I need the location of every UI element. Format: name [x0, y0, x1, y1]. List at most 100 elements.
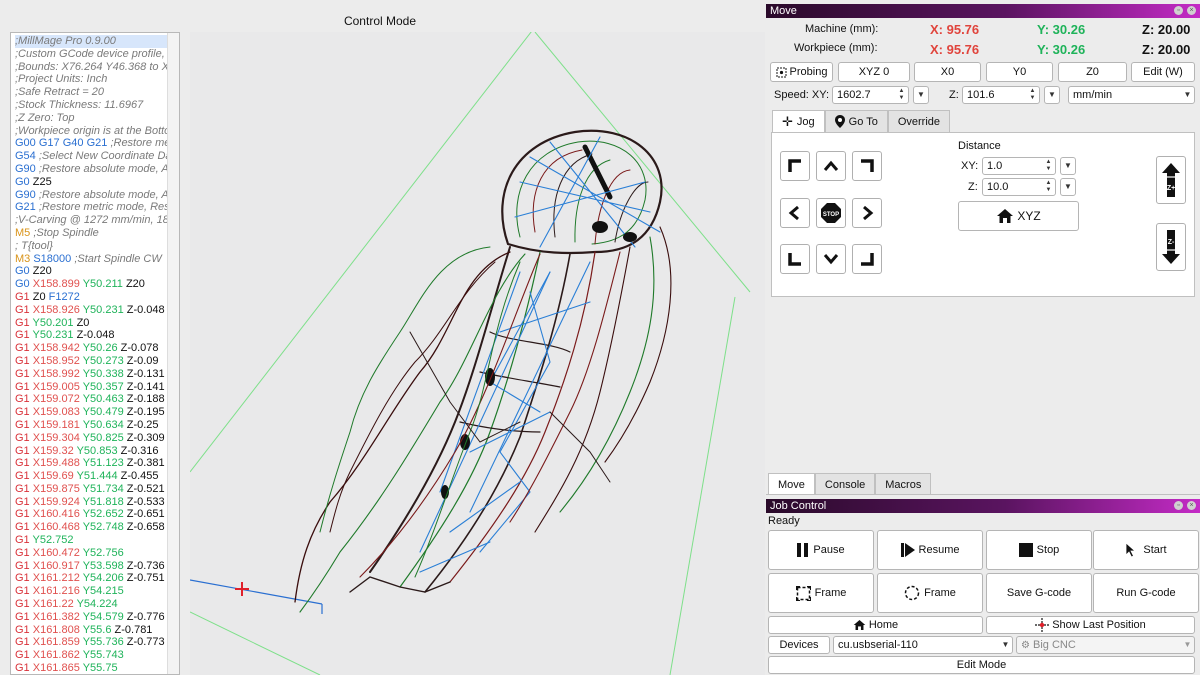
home-xyz-button[interactable]: XYZ [958, 201, 1079, 231]
gcode-scrollbar[interactable] [167, 33, 179, 674]
speed-xy-input[interactable]: 1602.7 ▲ ▼ [832, 86, 909, 104]
tab-goto[interactable]: Go To [824, 110, 888, 132]
gcode-line[interactable]: ;Project Units: Inch [15, 73, 179, 86]
units-select[interactable]: mm/min ▼ [1068, 86, 1195, 104]
toolpath-canvas[interactable] [190, 32, 765, 675]
gcode-line[interactable]: G90 ;Restore absolute mode, Abso [15, 163, 179, 176]
gcode-line[interactable]: G0 X158.899 Y50.211 Z20 [15, 278, 179, 291]
spinner-arrows-icon[interactable]: ▲ ▼ [1028, 88, 1037, 102]
gcode-line[interactable]: G1 X159.32 Y50.853 Z-0.316 [15, 445, 179, 458]
gcode-line[interactable]: ;Z Zero: Top [15, 112, 179, 125]
spinner-arrows-icon[interactable]: ▲ ▼ [1044, 159, 1053, 173]
tab-override[interactable]: Override [887, 110, 950, 132]
gcode-line[interactable]: G1 Y52.752 [15, 534, 179, 547]
run-gcode-button[interactable]: Run G-code [1093, 573, 1199, 613]
close-icon[interactable]: × [1187, 501, 1196, 510]
gcode-line[interactable]: G1 X159.924 Y51.818 Z-0.533 [15, 496, 179, 509]
gcode-line[interactable]: G1 X159.181 Y50.634 Z-0.25 [15, 419, 179, 432]
tab-move[interactable]: Move [768, 473, 815, 495]
pause-button[interactable]: Pause [768, 530, 874, 570]
jog-down-right-button[interactable] [852, 244, 882, 274]
gcode-line[interactable]: G1 X161.808 Y55.6 Z-0.781 [15, 624, 179, 637]
gcode-line[interactable]: G1 X161.859 Y55.736 Z-0.773 [15, 636, 179, 649]
gcode-line[interactable]: G1 Z0 F1272 [15, 291, 179, 304]
jog-right-button[interactable] [852, 198, 882, 228]
distance-z-input[interactable]: 10.0 ▲ ▼ [982, 178, 1056, 196]
home-button[interactable]: Home [768, 616, 983, 634]
spinner-arrows-icon[interactable]: ▲ ▼ [897, 88, 906, 102]
gcode-line[interactable]: G90 ;Restore absolute mode, Abso [15, 189, 179, 202]
y0-button[interactable]: Y0 [986, 62, 1053, 82]
gcode-line[interactable]: G1 X161.22 Y54.224 [15, 598, 179, 611]
gcode-line[interactable]: G1 X159.69 Y51.444 Z-0.455 [15, 470, 179, 483]
stop-button[interactable]: Stop [986, 530, 1092, 570]
float-icon[interactable]: ▫ [1174, 6, 1183, 15]
tab-jog[interactable]: ✛ Jog [772, 110, 825, 132]
jog-left-button[interactable] [780, 198, 810, 228]
toolpath-preview[interactable] [190, 32, 765, 675]
jog-up-right-button[interactable] [852, 151, 882, 181]
jog-down-left-button[interactable] [780, 244, 810, 274]
gcode-line[interactable]: G1 X161.862 Y55.743 [15, 649, 179, 662]
gcode-line[interactable]: G1 X158.952 Y50.273 Z-0.09 [15, 355, 179, 368]
gcode-line[interactable]: G1 X160.468 Y52.748 Z-0.658 [15, 521, 179, 534]
gcode-line[interactable]: ;Stock Thickness: 11.6967 [15, 99, 179, 112]
port-select[interactable]: cu.usbserial-110 ▼ [833, 636, 1013, 654]
edit-workpiece-button[interactable]: Edit (W) [1131, 62, 1195, 82]
gcode-line[interactable]: G1 X158.942 Y50.26 Z-0.078 [15, 342, 179, 355]
jog-stop-button[interactable]: STOP [816, 198, 846, 228]
jog-z-up-button[interactable]: Z+ [1156, 156, 1186, 204]
gcode-line[interactable]: G1 X160.917 Y53.598 Z-0.736 [15, 560, 179, 573]
gcode-line[interactable]: G1 X161.865 Y55.75 [15, 662, 179, 674]
gcode-list-panel[interactable]: ;MillMage Pro 0.9.00 ;Custom GCode device… [10, 32, 180, 675]
edit-mode-button[interactable]: Edit Mode [768, 656, 1195, 674]
gcode-line[interactable]: G54 ;Select New Coordinate Datur [15, 150, 179, 163]
gcode-line[interactable]: G1 X161.216 Y54.215 [15, 585, 179, 598]
xyz0-button[interactable]: XYZ 0 [838, 62, 910, 82]
z0-button[interactable]: Z0 [1058, 62, 1127, 82]
float-icon[interactable]: ▫ [1174, 501, 1183, 510]
gcode-line[interactable]: G1 X160.416 Y52.652 Z-0.651 [15, 508, 179, 521]
gcode-line[interactable]: G1 X161.382 Y54.579 Z-0.776 [15, 611, 179, 624]
gcode-line[interactable]: G1 X158.992 Y50.338 Z-0.131 [15, 368, 179, 381]
frame-rect-button[interactable]: Frame [768, 573, 874, 613]
probing-button[interactable]: Probing [770, 62, 833, 82]
gcode-line[interactable]: G1 X158.926 Y50.231 Z-0.048 [15, 304, 179, 317]
speed-z-dropdown[interactable]: ▼ [1044, 86, 1060, 104]
gcode-line[interactable]: ;Safe Retract = 20 [15, 86, 179, 99]
gcode-line[interactable]: M5 ;Stop Spindle [15, 227, 179, 240]
machine-profile-select[interactable]: ⚙ Big CNC ▼ [1016, 636, 1195, 654]
gcode-line[interactable]: M3 S18000 ;Start Spindle CW [15, 253, 179, 266]
jog-up-left-button[interactable] [780, 151, 810, 181]
close-icon[interactable]: × [1187, 6, 1196, 15]
frame-circle-button[interactable]: Frame [877, 573, 983, 613]
gcode-line[interactable]: ;MillMage Pro 0.9.00 [15, 35, 179, 48]
gcode-line[interactable]: ;Workpiece origin is at the Bottom [15, 125, 179, 138]
gcode-line[interactable]: ;V-Carving @ 1272 mm/min, 18000 [15, 214, 179, 227]
jog-z-down-button[interactable]: Z- [1156, 223, 1186, 271]
gcode-line[interactable]: G1 X160.472 Y52.756 [15, 547, 179, 560]
gcode-line[interactable]: G1 X159.304 Y50.825 Z-0.309 [15, 432, 179, 445]
gcode-line[interactable]: G00 G17 G40 G21 ;Restore metr [15, 137, 179, 150]
tab-macros[interactable]: Macros [875, 473, 932, 495]
gcode-line[interactable]: ; T{tool} [15, 240, 179, 253]
jog-down-button[interactable] [816, 244, 846, 274]
job-control-header[interactable]: Job Control ▫ × [766, 499, 1200, 513]
distance-z-dropdown[interactable]: ▼ [1060, 178, 1076, 196]
move-panel-header[interactable]: Move ▫ × [766, 4, 1200, 18]
gcode-line[interactable]: G1 Y50.231 Z-0.048 [15, 329, 179, 342]
speed-z-input[interactable]: 101.6 ▲ ▼ [962, 86, 1040, 104]
gcode-line[interactable]: G0 Z20 [15, 265, 179, 278]
gcode-line[interactable]: G21 ;Restore metric mode, Restore [15, 201, 179, 214]
start-button[interactable]: Start [1093, 530, 1199, 570]
distance-xy-input[interactable]: 1.0 ▲ ▼ [982, 157, 1056, 175]
tab-console[interactable]: Console [814, 473, 876, 495]
gcode-list[interactable]: ;MillMage Pro 0.9.00 ;Custom GCode device… [11, 33, 179, 674]
devices-button[interactable]: Devices [768, 636, 830, 654]
gcode-line[interactable]: ;Bounds: X76.264 Y46.368 to X22 [15, 61, 179, 74]
gcode-line[interactable]: G1 X159.083 Y50.479 Z-0.195 [15, 406, 179, 419]
speed-xy-dropdown[interactable]: ▼ [913, 86, 929, 104]
gcode-line[interactable]: G1 Y50.201 Z0 [15, 317, 179, 330]
save-gcode-button[interactable]: Save G-code [986, 573, 1092, 613]
jog-up-button[interactable] [816, 151, 846, 181]
